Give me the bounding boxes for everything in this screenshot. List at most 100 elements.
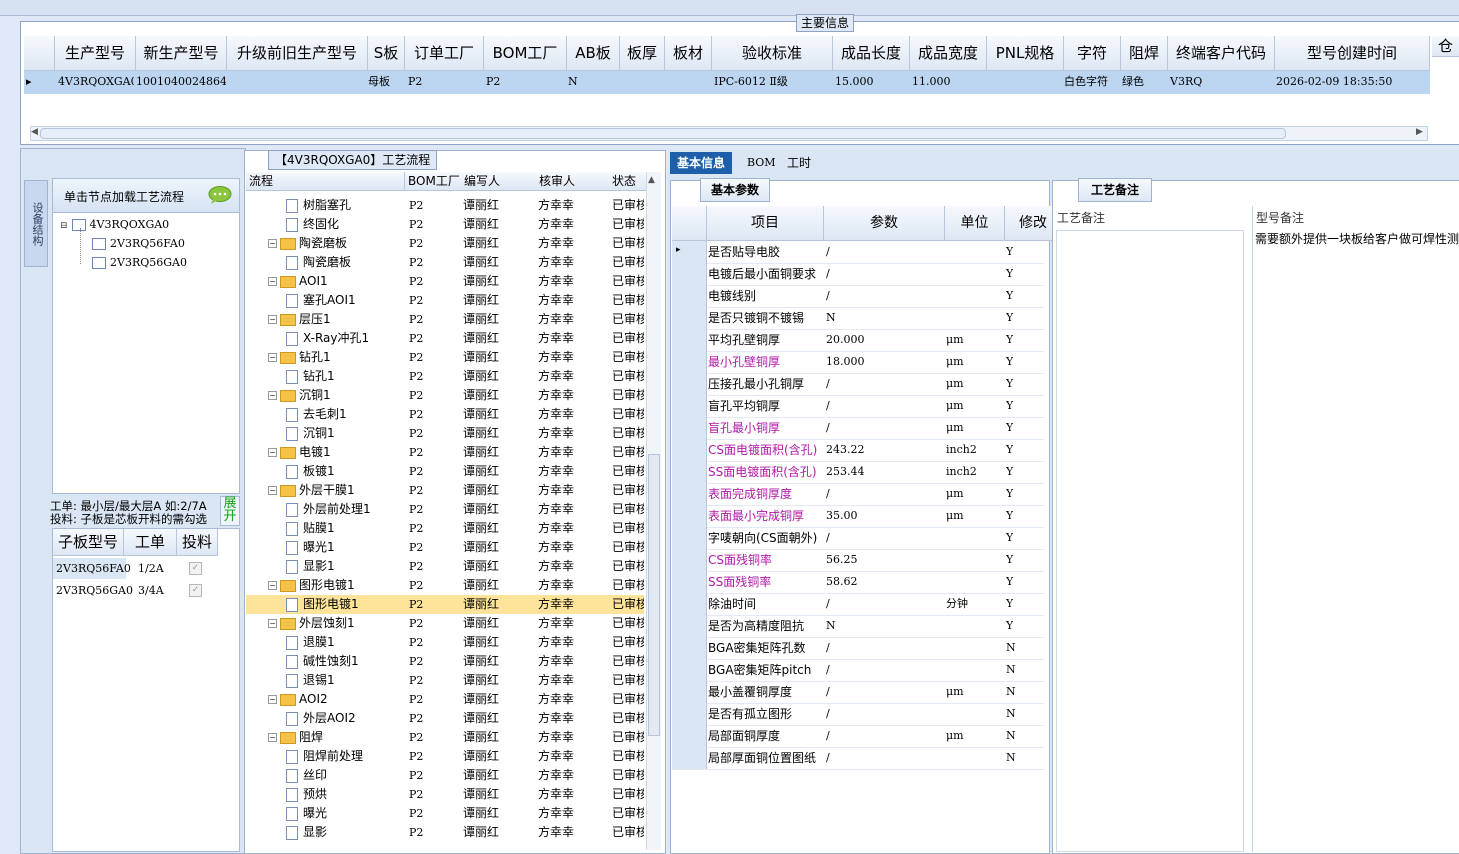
flow-status-cell[interactable]: 已审核 (612, 215, 644, 234)
flow-status-cell[interactable]: 已审核 (612, 291, 644, 310)
param-row[interactable]: 字唛朝向(CS面朝外) / Y (672, 527, 1044, 550)
cell-new-model[interactable]: 10010400248649 (136, 71, 226, 93)
flow-col-reviewer[interactable]: 核审人 (536, 172, 610, 191)
flow-step-row[interactable]: 曝光1 P2 谭丽红 方幸幸 已审核 (246, 538, 644, 557)
param-value-cell[interactable]: 35.00 (826, 505, 858, 527)
flow-status-cell[interactable]: 已审核 (612, 196, 644, 215)
flow-reviewer-cell[interactable]: 方幸幸 (538, 367, 608, 386)
collapse-icon[interactable]: − (268, 448, 277, 457)
col-header-ab-board[interactable]: AB板 (567, 36, 620, 71)
row-indicator[interactable] (672, 571, 707, 593)
flow-process-cell[interactable]: 曝光 (286, 804, 402, 823)
flow-status-cell[interactable]: 已审核 (612, 595, 644, 614)
flow-bom-cell[interactable]: P2 (409, 709, 459, 728)
flow-writer-cell[interactable]: 谭丽红 (463, 614, 535, 633)
flow-step-row[interactable]: 显影1 P2 谭丽红 方幸幸 已审核 (246, 557, 644, 576)
param-row[interactable]: 是否只镀铜不镀锡 N Y (672, 307, 1044, 330)
param-item-cell[interactable]: 表面最小完成铜厚 (708, 505, 804, 527)
scroll-up-icon[interactable]: ▲ (648, 175, 655, 185)
param-item-cell[interactable]: 字唛朝向(CS面朝外) (708, 527, 817, 549)
param-value-cell[interactable]: / (826, 417, 830, 439)
cell-old-model[interactable] (230, 71, 360, 93)
flow-reviewer-cell[interactable]: 方幸幸 (538, 652, 608, 671)
flow-bom-cell[interactable]: P2 (409, 519, 459, 538)
flow-status-cell[interactable]: 已审核 (612, 747, 644, 766)
param-row[interactable]: 平均孔壁铜厚 20.000 μm Y (672, 329, 1044, 352)
flow-reviewer-cell[interactable]: 方幸幸 (538, 804, 608, 823)
params-col-unit[interactable]: 单位 (945, 206, 1005, 241)
flow-status-cell[interactable]: 已审核 (612, 329, 644, 348)
param-unit-cell[interactable]: μm (946, 725, 964, 747)
param-row[interactable]: 最小盖覆铜厚度 / μm N (672, 681, 1044, 704)
flow-bom-cell[interactable]: P2 (409, 557, 459, 576)
param-unit-cell[interactable]: 分钟 (946, 593, 968, 615)
collapse-icon[interactable]: − (268, 733, 277, 742)
tree-node-child-2[interactable]: 2V3RQ56GA0 (92, 256, 187, 269)
row-indicator[interactable] (672, 307, 707, 329)
row-indicator[interactable] (672, 285, 707, 307)
flow-writer-cell[interactable]: 谭丽红 (463, 519, 535, 538)
flow-bom-cell[interactable]: P2 (409, 215, 459, 234)
param-value-cell[interactable]: / (826, 703, 830, 725)
flow-status-cell[interactable]: 已审核 (612, 576, 644, 595)
sub-row-1-model[interactable]: 2V3RQ56FA0 (53, 558, 131, 579)
flow-status-cell[interactable]: 已审核 (612, 766, 644, 785)
flow-reviewer-cell[interactable]: 方幸幸 (538, 595, 608, 614)
flow-bom-cell[interactable]: P2 (409, 443, 459, 462)
param-item-cell[interactable]: 局部厚面铜位置图纸 (708, 747, 816, 769)
flow-reviewer-cell[interactable]: 方幸幸 (538, 272, 608, 291)
flow-group-row[interactable]: − 电镀1 P2 谭丽红 方幸幸 已审核 (246, 443, 644, 462)
flow-status-cell[interactable]: 已审核 (612, 804, 644, 823)
row-indicator[interactable] (672, 615, 707, 637)
flow-reviewer-cell[interactable]: 方幸幸 (538, 633, 608, 652)
flow-bom-cell[interactable]: P2 (409, 367, 459, 386)
flow-process-cell[interactable]: 钻孔1 (286, 367, 402, 386)
collapse-icon[interactable]: − (268, 353, 277, 362)
param-item-cell[interactable]: 最小盖覆铜厚度 (708, 681, 792, 703)
flow-status-cell[interactable]: 已审核 (612, 785, 644, 804)
flow-col-process[interactable]: 流程 (246, 172, 405, 191)
param-item-cell[interactable]: 表面完成铜厚度 (708, 483, 792, 505)
param-modify-cell[interactable]: N (1006, 747, 1016, 769)
param-value-cell[interactable]: 18.000 (826, 351, 865, 373)
col-header-model[interactable]: 生产型号 (55, 36, 136, 71)
param-value-cell[interactable]: / (826, 593, 830, 615)
col-header-thickness[interactable]: 板厚 (620, 36, 665, 71)
flow-process-cell[interactable]: 板镀1 (286, 462, 402, 481)
param-modify-cell[interactable]: Y (1006, 439, 1013, 461)
flow-group-row[interactable]: − 外层蚀刻1 P2 谭丽红 方幸幸 已审核 (246, 614, 644, 633)
cell-ab-board[interactable]: N (568, 71, 608, 93)
param-item-cell[interactable]: SS面残铜率 (708, 571, 771, 593)
flow-writer-cell[interactable]: 谭丽红 (463, 348, 535, 367)
param-modify-cell[interactable]: Y (1006, 285, 1013, 307)
collapse-icon[interactable]: − (268, 277, 277, 286)
flow-bom-cell[interactable]: P2 (409, 329, 459, 348)
param-value-cell[interactable]: / (826, 681, 830, 703)
flow-step-row[interactable]: 显影 P2 谭丽红 方幸幸 已审核 (246, 823, 644, 842)
col-header-created[interactable]: 型号创建时间 (1275, 36, 1430, 71)
param-item-cell[interactable]: 盲孔平均铜厚 (708, 395, 780, 417)
col-header-order-factory[interactable]: 订单工厂 (405, 36, 484, 71)
flow-bom-cell[interactable]: P2 (409, 652, 459, 671)
param-modify-cell[interactable]: Y (1006, 571, 1013, 593)
flow-writer-cell[interactable]: 谭丽红 (463, 462, 535, 481)
flow-writer-cell[interactable]: 谭丽红 (463, 728, 535, 747)
flow-step-row[interactable]: 外层前处理1 P2 谭丽红 方幸幸 已审核 (246, 500, 644, 519)
param-unit-cell[interactable]: μm (946, 351, 964, 373)
param-item-cell[interactable]: 是否为高精度阻抗 (708, 615, 804, 637)
flow-process-cell[interactable]: 碱性蚀刻1 (286, 652, 402, 671)
flow-status-cell[interactable]: 已审核 (612, 633, 644, 652)
param-modify-cell[interactable]: Y (1006, 395, 1013, 417)
flow-step-row[interactable]: 曝光 P2 谭丽红 方幸幸 已审核 (246, 804, 644, 823)
flow-bom-cell[interactable]: P2 (409, 310, 459, 329)
flow-step-row[interactable]: 终固化 P2 谭丽红 方幸幸 已审核 (246, 215, 644, 234)
flow-group-row[interactable]: − 图形电镀1 P2 谭丽红 方幸幸 已审核 (246, 576, 644, 595)
flow-status-cell[interactable]: 已审核 (612, 424, 644, 443)
param-row[interactable]: 压接孔最小孔铜厚 / μm Y (672, 373, 1044, 396)
param-modify-cell[interactable]: N (1006, 659, 1016, 681)
flow-group-row[interactable]: − AOI1 P2 谭丽红 方幸幸 已审核 (246, 272, 644, 291)
param-modify-cell[interactable]: Y (1006, 307, 1013, 329)
flow-writer-cell[interactable]: 谭丽红 (463, 557, 535, 576)
flow-col-bom[interactable]: BOM工厂 (405, 172, 463, 191)
flow-step-row[interactable]: 退膜1 P2 谭丽红 方幸幸 已审核 (246, 633, 644, 652)
